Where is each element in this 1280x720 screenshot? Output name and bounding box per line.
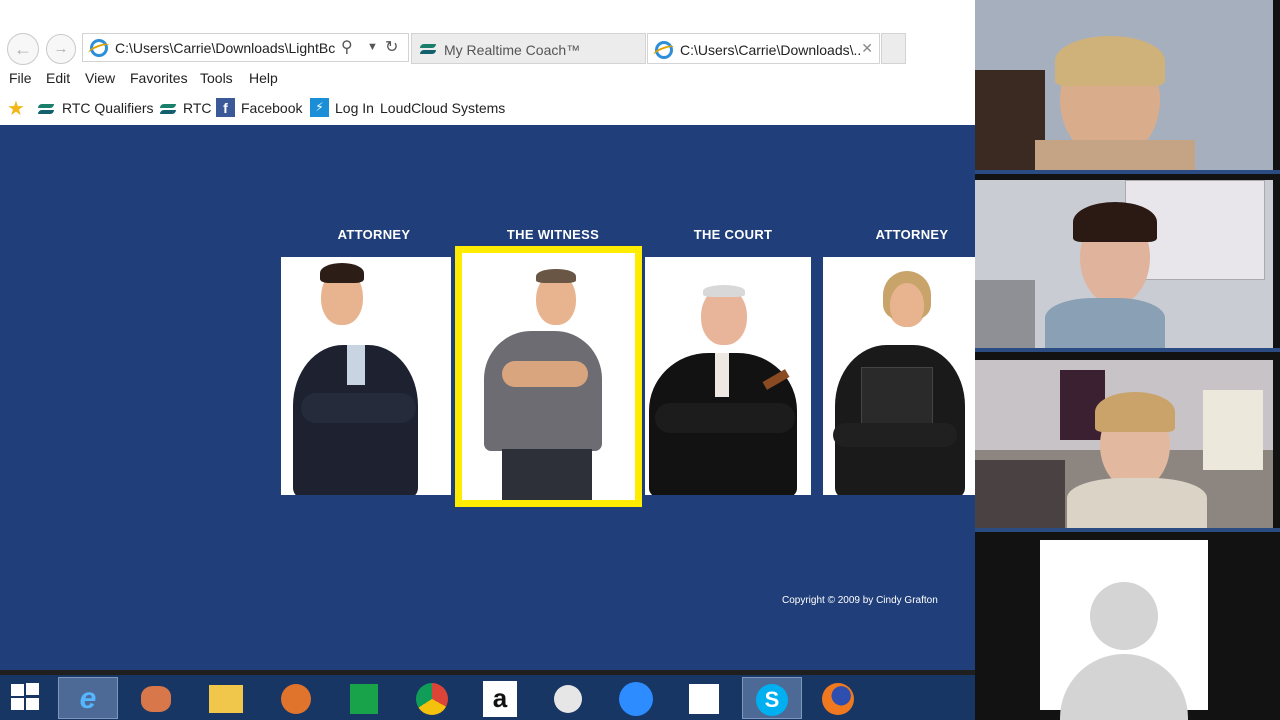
loudcloud-icon: ⚡ bbox=[310, 98, 329, 117]
tab-label: C:\Users\Carrie\Downloads\... bbox=[680, 42, 860, 58]
attorney-card-left[interactable] bbox=[281, 257, 451, 495]
rtc-favicon-icon bbox=[38, 103, 54, 115]
refresh-icon[interactable]: ↻ bbox=[385, 37, 398, 57]
address-bar[interactable]: C:\Users\Carrie\Downloads\LightBc ⚲ ▼ ↻ bbox=[82, 33, 409, 62]
navigation-bar: ← → C:\Users\Carrie\Downloads\LightBc ⚲ … bbox=[0, 0, 975, 65]
favorite-rtc-qualifiers[interactable]: RTC Qualifiers bbox=[62, 100, 154, 116]
court-card[interactable] bbox=[645, 257, 811, 495]
internet-explorer-taskbar-icon[interactable]: e bbox=[58, 677, 118, 719]
menu-bar: File Edit View Favorites Tools Help bbox=[0, 66, 975, 92]
apps-grid-icon[interactable] bbox=[674, 677, 734, 719]
menu-edit[interactable]: Edit bbox=[46, 70, 70, 86]
chrome-icon[interactable] bbox=[402, 677, 462, 719]
card-title-witness: THE WITNESS bbox=[506, 227, 600, 242]
menu-help[interactable]: Help bbox=[249, 70, 278, 86]
tab-label: My Realtime Coach™ bbox=[444, 42, 581, 58]
firefox-icon[interactable] bbox=[808, 677, 868, 719]
menu-view[interactable]: View bbox=[85, 70, 115, 86]
store-icon[interactable] bbox=[334, 677, 394, 719]
menu-tools[interactable]: Tools bbox=[200, 70, 233, 86]
tab-downloads-file[interactable]: C:\Users\Carrie\Downloads\... ✕ bbox=[647, 33, 880, 64]
close-tab-icon[interactable]: ✕ bbox=[861, 40, 873, 57]
facebook-icon: f bbox=[216, 98, 235, 117]
search-icon[interactable]: ⚲ bbox=[341, 37, 353, 57]
amazon-icon[interactable]: a bbox=[470, 677, 530, 719]
pinned-app-icon[interactable] bbox=[126, 677, 186, 719]
plaid-shirt-figure bbox=[484, 331, 602, 451]
skype-icon[interactable]: S bbox=[742, 677, 802, 719]
video-call-panel bbox=[975, 0, 1280, 720]
page-content: ATTORNEY THE WITNESS THE COURT ATTORNEY bbox=[0, 125, 975, 670]
card-title-attorney-right: ATTORNEY bbox=[875, 227, 949, 242]
rtc-favicon-icon bbox=[160, 103, 176, 115]
file-explorer-icon[interactable] bbox=[196, 677, 256, 719]
participant-video-3[interactable] bbox=[975, 360, 1273, 528]
favorite-facebook[interactable]: Facebook bbox=[241, 100, 302, 116]
forward-button[interactable]: → bbox=[46, 34, 76, 64]
favorite-loudcloud-systems[interactable]: LoudCloud Systems bbox=[380, 100, 505, 116]
internet-explorer-icon bbox=[655, 41, 673, 59]
participant-no-video[interactable] bbox=[1040, 540, 1208, 720]
dropdown-arrow-icon[interactable]: ▼ bbox=[367, 41, 378, 53]
browser-window: ← → C:\Users\Carrie\Downloads\LightBc ⚲ … bbox=[0, 0, 975, 670]
attorney-card-right[interactable] bbox=[823, 257, 975, 495]
favorite-rtc[interactable]: RTC bbox=[183, 100, 212, 116]
favorites-star-icon[interactable]: ★ bbox=[7, 96, 25, 121]
favorite-log-in[interactable]: Log In bbox=[335, 100, 374, 116]
tab-my-realtime-coach[interactable]: My Realtime Coach™ bbox=[411, 33, 646, 64]
address-input[interactable]: C:\Users\Carrie\Downloads\LightBc bbox=[115, 40, 337, 56]
participant-video-2[interactable] bbox=[975, 180, 1273, 348]
menu-favorites[interactable]: Favorites bbox=[130, 70, 188, 86]
copyright-text: Copyright © 2009 by Cindy Grafton bbox=[782, 595, 938, 606]
witness-card-selected[interactable] bbox=[455, 246, 642, 507]
favorites-bar: ★ RTC Qualifiers RTC Facebook Log In Lou… bbox=[0, 94, 975, 124]
card-title-court: THE COURT bbox=[693, 227, 773, 242]
windows-taskbar: e a S bbox=[0, 675, 975, 720]
basketball-app-icon[interactable] bbox=[266, 677, 326, 719]
default-avatar-icon bbox=[1090, 582, 1158, 650]
windows-start-icon[interactable] bbox=[11, 683, 41, 711]
rtc-favicon-icon bbox=[420, 43, 436, 55]
card-title-attorney-left: ATTORNEY bbox=[337, 227, 411, 242]
menu-file[interactable]: File bbox=[9, 70, 32, 86]
back-button[interactable]: ← bbox=[7, 33, 39, 65]
binder-icon bbox=[861, 367, 933, 431]
internet-explorer-icon bbox=[90, 39, 108, 57]
participant-video-1[interactable] bbox=[975, 0, 1273, 170]
app-icon[interactable] bbox=[538, 677, 598, 719]
new-tab-button[interactable] bbox=[881, 33, 906, 64]
zoom-icon[interactable] bbox=[606, 677, 666, 719]
